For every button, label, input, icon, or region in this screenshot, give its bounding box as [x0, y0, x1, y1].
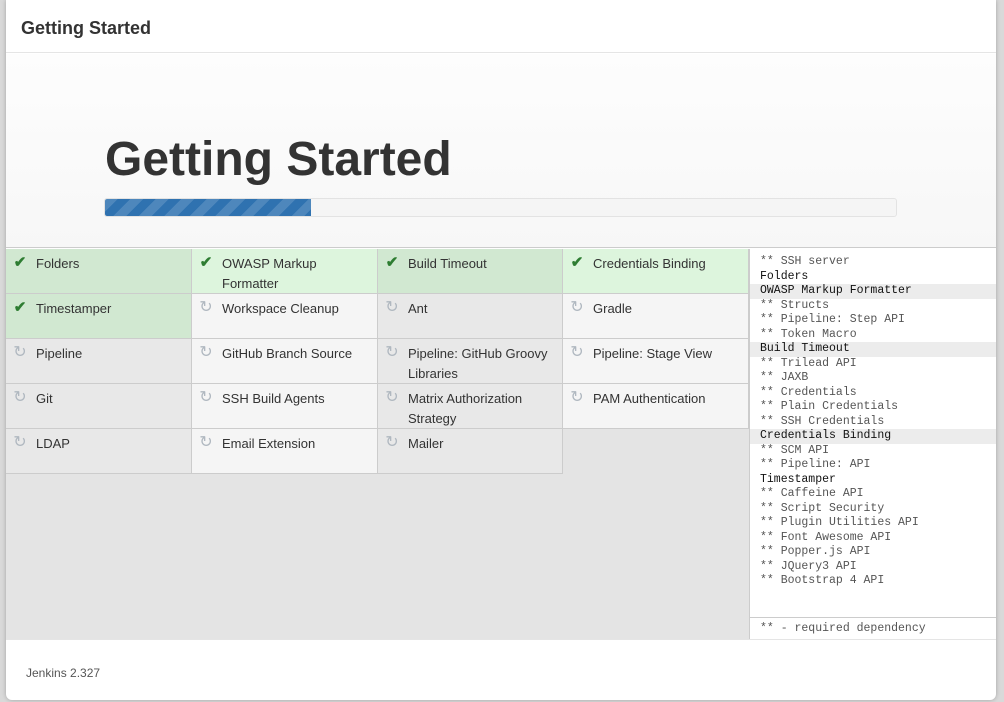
plugin-item: ✔ OWASP Markup Formatter — [192, 249, 378, 294]
install-log[interactable]: ** SSH server Folders OWASP Markup Formatt… — [749, 249, 996, 639]
refresh-icon: ↻ — [570, 389, 584, 406]
plugin-item: ✔ Timestamper — [6, 294, 192, 339]
log-line: ** Token Macro — [760, 327, 857, 341]
plugin-item: ↻ Pipeline: Stage View — [563, 339, 749, 384]
plugin-label: Pipeline: GitHub Groovy Libraries — [408, 346, 548, 381]
log-footnote: ** - required dependency — [750, 617, 996, 639]
install-progress-bar — [104, 198, 897, 217]
plugin-item: ↻ Mailer — [378, 429, 563, 474]
log-line: Folders — [760, 269, 809, 283]
plugin-label: Mailer — [408, 436, 444, 451]
log-line: ** JQuery3 API — [760, 559, 857, 573]
plugin-label: Build Timeout — [408, 256, 487, 271]
plugin-label: Matrix Authorization Strategy — [408, 391, 523, 426]
log-line: ** Credentials — [760, 385, 857, 399]
log-line: ** Plain Credentials — [760, 400, 899, 413]
plugin-label: Timestamper — [36, 301, 112, 316]
refresh-icon: ↻ — [199, 434, 213, 451]
log-line: ** SCM API — [760, 443, 830, 457]
plugin-label: SSH Build Agents — [222, 391, 325, 406]
log-line: Timestamper — [760, 472, 836, 486]
plugin-label: Folders — [36, 256, 80, 271]
plugin-label: Credentials Binding — [593, 256, 706, 271]
log-line: ** Plugin Utilities API — [760, 516, 919, 529]
plugin-item: ✔ Build Timeout — [378, 249, 563, 294]
log-line: ** Font Awesome API — [760, 530, 892, 544]
plugin-label: Git — [36, 391, 53, 406]
progress-panel: Getting Started — [6, 54, 996, 248]
plugin-label: Pipeline — [36, 346, 83, 361]
dialog-title: Getting Started — [6, 0, 996, 53]
log-line: OWASP Markup Formatter — [750, 284, 996, 299]
refresh-icon: ↻ — [13, 344, 27, 361]
refresh-icon: ↻ — [385, 299, 399, 316]
log-line: ** Pipeline: Step API — [760, 313, 905, 326]
plugin-item: ↻ PAM Authentication — [563, 384, 749, 429]
refresh-icon: ↻ — [199, 299, 213, 316]
plugin-label: Gradle — [593, 301, 633, 316]
refresh-icon: ↻ — [570, 299, 584, 316]
refresh-icon: ↻ — [385, 344, 399, 361]
refresh-icon: ↻ — [385, 389, 399, 406]
check-icon: ✔ — [570, 254, 584, 271]
log-line: ** Script Security — [760, 501, 885, 515]
log-lines: ** SSH server Folders OWASP Markup Formatt… — [750, 249, 996, 589]
plugin-label: LDAP — [36, 436, 70, 451]
install-area: ✔ Folders ✔ OWASP Markup Formatter ✔ Build Ti… — [6, 249, 996, 639]
jenkins-version: Jenkins 2.327 — [6, 639, 996, 700]
plugin-item: ↻ Email Extension — [192, 429, 378, 474]
plugin-label: PAM Authentication — [593, 391, 706, 406]
plugin-item: ↻ Matrix Authorization Strategy — [378, 384, 563, 429]
check-icon: ✔ — [13, 299, 27, 316]
page-title: Getting Started — [105, 133, 452, 186]
log-line: ** Popper.js API — [760, 545, 871, 558]
log-line: ** Bootstrap 4 API — [760, 574, 885, 587]
plugin-item: ↻ GitHub Branch Source — [192, 339, 378, 384]
setup-dialog: Getting Started Getting Started ✔ Folders… — [6, 0, 996, 700]
refresh-icon: ↻ — [570, 344, 584, 361]
plugin-item: ↻ Ant — [378, 294, 563, 339]
check-icon: ✔ — [385, 254, 399, 271]
plugin-item: ↻ SSH Build Agents — [192, 384, 378, 429]
plugin-label: OWASP Markup Formatter — [222, 256, 317, 291]
log-line: ** SSH server — [760, 255, 850, 268]
progress-fill — [105, 199, 311, 216]
plugin-item: ✔ Folders — [6, 249, 192, 294]
plugin-item: ↻ Pipeline: GitHub Groovy Libraries — [378, 339, 563, 384]
plugin-item: ↻ Workspace Cleanup — [192, 294, 378, 339]
log-line: ** Trilead API — [760, 356, 857, 370]
plugin-grid: ✔ Folders ✔ OWASP Markup Formatter ✔ Build Ti… — [6, 249, 749, 639]
refresh-icon: ↻ — [199, 389, 213, 406]
plugin-label: Email Extension — [222, 436, 316, 451]
log-line: ** Caffeine API — [760, 487, 864, 500]
check-icon: ✔ — [13, 254, 27, 271]
log-line: ** JAXB — [760, 371, 809, 384]
refresh-icon: ↻ — [199, 344, 213, 361]
plugin-item: ↻ LDAP — [6, 429, 192, 474]
plugin-item: ↻ Pipeline — [6, 339, 192, 384]
log-line: Build Timeout — [750, 342, 996, 357]
refresh-icon: ↻ — [13, 389, 27, 406]
log-line: Credentials Binding — [750, 429, 996, 444]
refresh-icon: ↻ — [13, 434, 27, 451]
log-line: ** Structs — [760, 298, 830, 312]
plugin-label: Ant — [408, 301, 428, 316]
plugin-item: ↻ Git — [6, 384, 192, 429]
plugin-label: GitHub Branch Source — [222, 346, 353, 361]
plugin-label: Workspace Cleanup — [222, 301, 339, 316]
plugin-label: Pipeline: Stage View — [593, 346, 713, 361]
log-line: ** Pipeline: API — [760, 458, 871, 471]
refresh-icon: ↻ — [385, 434, 399, 451]
log-line: ** SSH Credentials — [760, 414, 885, 428]
plugin-item: ✔ Credentials Binding — [563, 249, 749, 294]
check-icon: ✔ — [199, 254, 213, 271]
plugin-item: ↻ Gradle — [563, 294, 749, 339]
